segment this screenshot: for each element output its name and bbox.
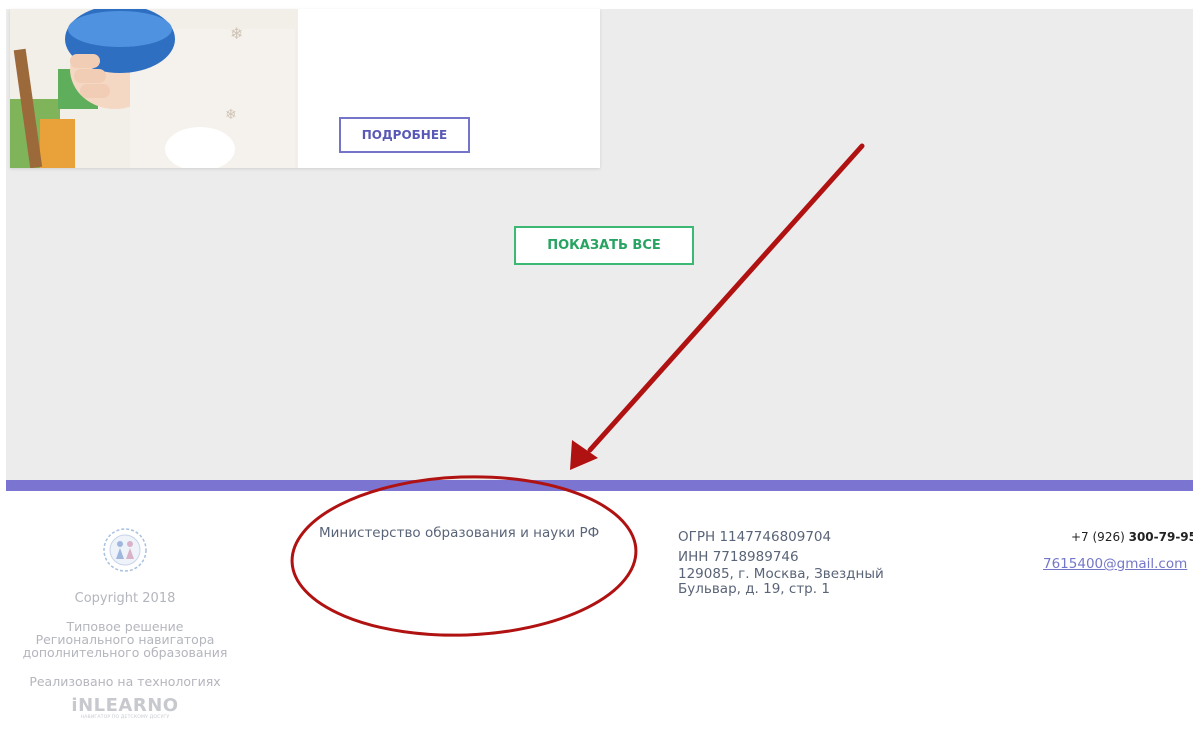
navigator-emblem-icon [102, 527, 148, 573]
phone-prefix: +7 (926) [1071, 530, 1129, 544]
inn-text: ИНН 7718989746 [678, 549, 799, 565]
company-requisites: ОГРН 1147746809704 ИНН 7718989746 129085… [678, 527, 884, 597]
address-line-1: 129085, г. Москва, Звездный [678, 566, 884, 582]
address-line-2: Бульвар, д. 19, стр. 1 [678, 581, 830, 597]
child-photo-illustration: ❄ ❄ [10, 9, 298, 168]
svg-text:❄: ❄ [225, 107, 237, 123]
realized-on-text: Реализовано на технологиях [29, 674, 221, 689]
contact-phone[interactable]: +7 (926) 300-79-95 [1071, 530, 1193, 544]
ogrn-text: ОГРН 1147746809704 [678, 529, 832, 545]
svg-text:❄: ❄ [230, 24, 243, 43]
typical-solution-text: Типовое решение Регионального навигатора… [0, 620, 250, 659]
typical-line-3: дополнительного образования [22, 645, 228, 660]
event-photo: ❄ ❄ [10, 9, 298, 168]
inlearno-logo[interactable]: iNLEARNO [0, 697, 250, 715]
ministry-text: Министерство образования и науки РФ [319, 525, 600, 541]
page: ❄ ❄ ПОДРОБНЕЕ ПОКАЗАТЬ ВСЕ Copyright 201… [0, 0, 1193, 729]
more-details-button[interactable]: ПОДРОБНЕЕ [339, 117, 470, 153]
footer-logo-column: Copyright 2018 Типовое решение Региональ… [0, 527, 250, 721]
contact-email-link[interactable]: 7615400@gmail.com [1043, 556, 1187, 572]
phone-number: 300-79-95 [1128, 530, 1193, 544]
show-all-button[interactable]: ПОКАЗАТЬ ВСЕ [514, 226, 694, 265]
inlearno-tagline: НАВИГАТОР ПО ДЕТСКОМУ ДОСУГУ [80, 715, 170, 720]
copyright-text: Copyright 2018 [74, 591, 176, 606]
event-card: ❄ ❄ ПОДРОБНЕЕ [10, 9, 600, 168]
footer-divider [6, 480, 1193, 491]
